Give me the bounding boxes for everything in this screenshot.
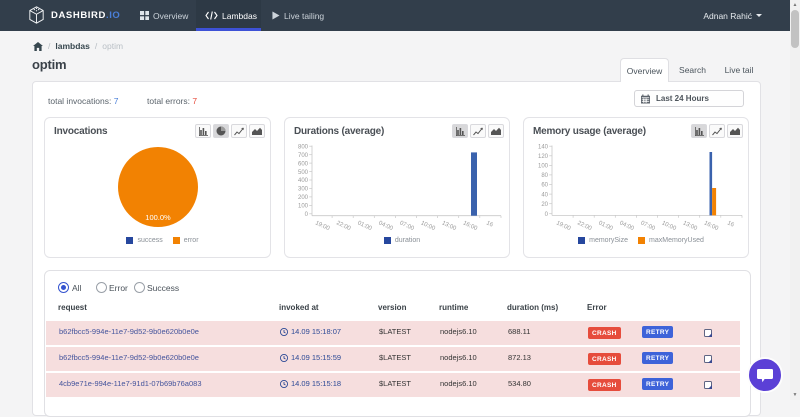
svg-text:80: 80 bbox=[541, 173, 548, 179]
svg-text:07:00: 07:00 bbox=[399, 220, 416, 232]
svg-text:01:00: 01:00 bbox=[597, 220, 614, 232]
svg-text:600: 600 bbox=[298, 161, 309, 167]
svg-text:10:00: 10:00 bbox=[420, 220, 437, 232]
svg-text:200: 200 bbox=[298, 195, 309, 201]
svg-text:13:00: 13:00 bbox=[682, 220, 699, 232]
svg-text:800: 800 bbox=[298, 144, 309, 150]
svg-text:04:00: 04:00 bbox=[618, 220, 635, 232]
svg-text:16:00: 16:00 bbox=[462, 220, 479, 232]
svg-text:100.0%: 100.0% bbox=[145, 213, 171, 222]
svg-text:01:00: 01:00 bbox=[356, 220, 373, 232]
svg-text:0: 0 bbox=[305, 212, 309, 218]
svg-text:19:00: 19:00 bbox=[555, 220, 572, 232]
svg-text:10:00: 10:00 bbox=[661, 220, 678, 232]
svg-text:500: 500 bbox=[298, 170, 309, 176]
svg-text:22:00: 22:00 bbox=[335, 220, 352, 232]
svg-text:100: 100 bbox=[538, 164, 549, 170]
svg-text:19:00: 19:00 bbox=[314, 220, 331, 232]
svg-text:700: 700 bbox=[298, 153, 309, 159]
svg-text:120: 120 bbox=[538, 154, 549, 160]
svg-text:16: 16 bbox=[726, 220, 735, 229]
svg-text:20: 20 bbox=[541, 202, 548, 208]
svg-text:16:00: 16:00 bbox=[703, 220, 720, 232]
svg-text:100: 100 bbox=[298, 204, 309, 210]
svg-text:140: 140 bbox=[538, 144, 549, 150]
svg-text:40: 40 bbox=[541, 192, 548, 198]
svg-text:04:00: 04:00 bbox=[377, 220, 394, 232]
svg-text:22:00: 22:00 bbox=[576, 220, 593, 232]
svg-text:16: 16 bbox=[485, 220, 494, 229]
svg-text:400: 400 bbox=[298, 178, 309, 184]
svg-text:0: 0 bbox=[545, 212, 549, 218]
svg-text:300: 300 bbox=[298, 187, 309, 193]
svg-text:07:00: 07:00 bbox=[640, 220, 657, 232]
svg-text:60: 60 bbox=[541, 183, 548, 189]
svg-text:13:00: 13:00 bbox=[441, 220, 458, 232]
